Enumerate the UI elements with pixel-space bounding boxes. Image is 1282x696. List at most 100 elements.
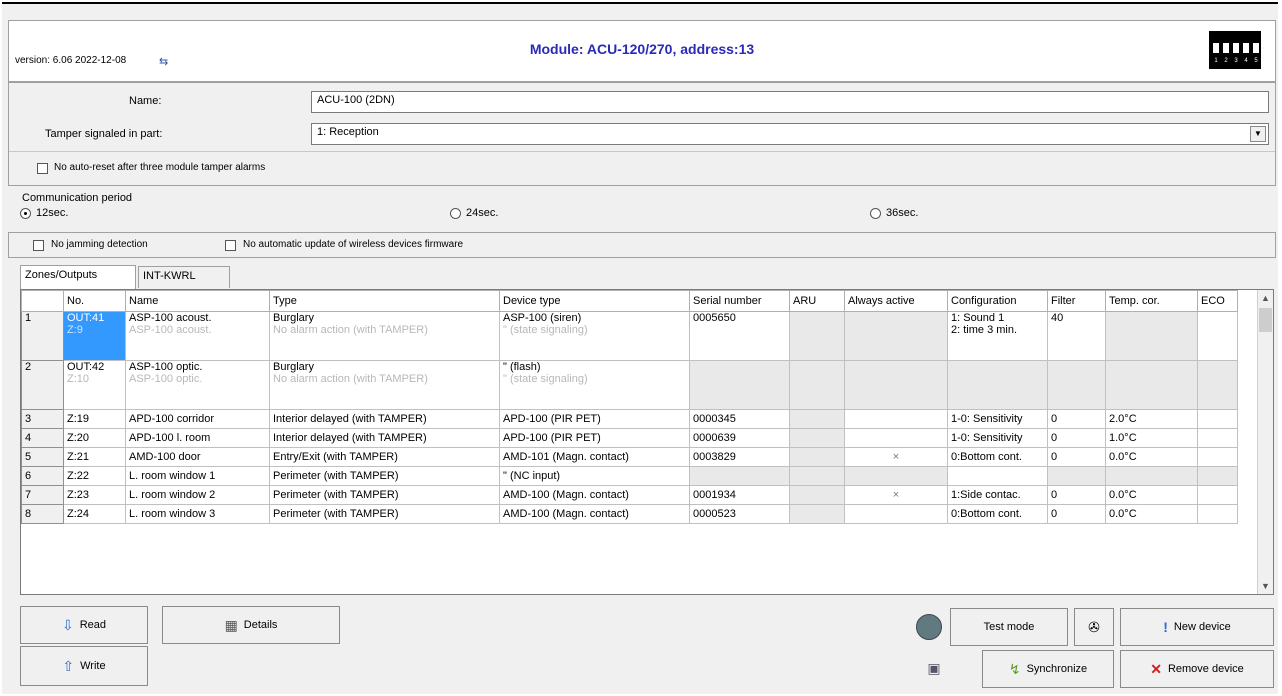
cell-no[interactable]: OUT:41 Z:9 — [63, 311, 126, 361]
cell-type[interactable]: Entry/Exit (with TAMPER) — [269, 447, 500, 467]
cell-eco[interactable] — [1197, 311, 1238, 361]
tab-int-kwrl[interactable]: INT-KWRL — [138, 266, 230, 288]
cell-type[interactable]: Perimeter (with TAMPER) — [269, 485, 500, 505]
cell-serial[interactable]: 0000345 — [689, 409, 790, 429]
cell-aru[interactable] — [789, 409, 845, 429]
table-row[interactable]: 1 OUT:41 Z:9 ASP-100 acoust. ASP-100 acous… — [21, 311, 1238, 361]
cell-name[interactable]: APD-100 corridor — [125, 409, 270, 429]
table-row[interactable]: 2 OUT:42 Z:10 ASP-100 optic. ASP-100 optic… — [21, 360, 1238, 410]
cell-type[interactable]: Perimeter (with TAMPER) — [269, 504, 500, 524]
cell-serial[interactable] — [689, 466, 790, 486]
cell-name[interactable]: AMD-100 door — [125, 447, 270, 467]
cell-eco[interactable] — [1197, 504, 1238, 524]
column-header-eco[interactable]: ECO — [1197, 290, 1238, 312]
cell-filter[interactable] — [1047, 466, 1106, 486]
cell-device-type[interactable]: ASP-100 (siren) " (state signaling) — [499, 311, 690, 361]
cell-device-type[interactable]: AMD-100 (Magn. contact) — [499, 504, 690, 524]
cell-device-type[interactable]: " (flash) " (state signaling) — [499, 360, 690, 410]
cell-aru[interactable] — [789, 311, 845, 361]
cell-temp[interactable] — [1105, 311, 1198, 361]
tab-zones-outputs[interactable]: Zones/Outputs — [20, 265, 136, 289]
cell-eco[interactable] — [1197, 428, 1238, 448]
cell-no[interactable]: Z:21 — [63, 447, 126, 467]
scroll-thumb[interactable] — [1259, 308, 1272, 332]
cell-no[interactable]: Z:20 — [63, 428, 126, 448]
cell-name[interactable]: APD-100 l. room — [125, 428, 270, 448]
read-button[interactable]: ⇩ Read — [20, 606, 148, 644]
cell-filter[interactable]: 0 — [1047, 409, 1106, 429]
table-row[interactable]: 7 Z:23 L. room window 2 Perimeter (with … — [21, 485, 1238, 505]
cell-type[interactable]: Perimeter (with TAMPER) — [269, 466, 500, 486]
cell-filter[interactable] — [1047, 360, 1106, 410]
cell-configuration[interactable]: 0:Bottom cont. — [947, 447, 1048, 467]
cell-always-active[interactable] — [844, 428, 948, 448]
cell-temp[interactable] — [1105, 360, 1198, 410]
column-header-no[interactable]: No. — [63, 290, 126, 312]
cell-serial[interactable]: 0005650 — [689, 311, 790, 361]
write-button[interactable]: ⇧ Write — [20, 646, 148, 686]
no-jamming-checkbox[interactable] — [33, 240, 44, 251]
cell-device-type[interactable]: AMD-100 (Magn. contact) — [499, 485, 690, 505]
cell-temp[interactable]: 0.0°C — [1105, 447, 1198, 467]
column-header-always-active[interactable]: Always active — [844, 290, 948, 312]
tamper-partition-select[interactable]: 1: Reception ▼ — [311, 123, 1269, 145]
table-row[interactable]: 5 Z:21 AMD-100 door Entry/Exit (with TAM… — [21, 447, 1238, 467]
new-device-button[interactable]: ! New device — [1120, 608, 1274, 646]
chevron-down-icon[interactable]: ▼ — [1250, 126, 1266, 142]
scroll-down-icon[interactable]: ▼ — [1258, 578, 1273, 594]
cell-no[interactable]: Z:22 — [63, 466, 126, 486]
cell-always-active[interactable]: × — [844, 485, 948, 505]
cell-aru[interactable] — [789, 504, 845, 524]
cell-always-active[interactable]: × — [844, 447, 948, 467]
cell-always-active[interactable] — [844, 360, 948, 410]
cell-device-type[interactable]: " (NC input) — [499, 466, 690, 486]
cell-configuration[interactable]: 1: Sound 1 2: time 3 min. — [947, 311, 1048, 361]
cell-type[interactable]: Burglary No alarm action (with TAMPER) — [269, 311, 500, 361]
cell-temp[interactable]: 0.0°C — [1105, 485, 1198, 505]
column-header-temp[interactable]: Temp. cor. — [1105, 290, 1198, 312]
cell-type[interactable]: Burglary No alarm action (with TAMPER) — [269, 360, 500, 410]
cell-filter[interactable]: 0 — [1047, 447, 1106, 467]
cell-serial[interactable]: 0000523 — [689, 504, 790, 524]
column-header-type[interactable]: Type — [269, 290, 500, 312]
remove-device-button[interactable]: ✕ Remove device — [1120, 650, 1274, 688]
cell-aru[interactable] — [789, 466, 845, 486]
cell-eco[interactable] — [1197, 447, 1238, 467]
column-header-configuration[interactable]: Configuration — [947, 290, 1048, 312]
column-header-device-type[interactable]: Device type — [499, 290, 690, 312]
table-row[interactable]: 3 Z:19 APD-100 corridor Interior delayed… — [21, 409, 1238, 429]
table-row[interactable]: 4 Z:20 APD-100 l. room Interior delayed … — [21, 428, 1238, 448]
cell-no[interactable]: Z:23 — [63, 485, 126, 505]
cell-name[interactable]: ASP-100 acoust. ASP-100 acoust. — [125, 311, 270, 361]
cell-eco[interactable] — [1197, 485, 1238, 505]
radio-24sec[interactable] — [450, 208, 461, 219]
cell-aru[interactable] — [789, 428, 845, 448]
cell-serial[interactable]: 0000639 — [689, 428, 790, 448]
cell-no[interactable]: Z:19 — [63, 409, 126, 429]
column-header-serial[interactable]: Serial number — [689, 290, 790, 312]
column-header-aru[interactable]: ARU — [789, 290, 845, 312]
cell-configuration[interactable]: 0:Bottom cont. — [947, 504, 1048, 524]
synchronize-button[interactable]: ↯ Synchronize — [982, 650, 1114, 688]
cell-configuration[interactable] — [947, 466, 1048, 486]
vertical-scrollbar[interactable]: ▲ ▼ — [1257, 290, 1273, 594]
scroll-up-icon[interactable]: ▲ — [1258, 290, 1273, 306]
cell-eco[interactable] — [1197, 360, 1238, 410]
cell-configuration[interactable]: 1-0: Sensitivity — [947, 428, 1048, 448]
cell-configuration[interactable]: 1:Side contac. — [947, 485, 1048, 505]
cell-filter[interactable]: 40 — [1047, 311, 1106, 361]
cell-no[interactable]: Z:24 — [63, 504, 126, 524]
test-mode-button[interactable]: Test mode — [950, 608, 1068, 646]
cell-device-type[interactable]: APD-100 (PIR PET) — [499, 409, 690, 429]
cell-configuration[interactable] — [947, 360, 1048, 410]
cell-name[interactable]: ASP-100 optic. ASP-100 optic. — [125, 360, 270, 410]
cell-always-active[interactable] — [844, 504, 948, 524]
no-auto-update-checkbox[interactable] — [225, 240, 236, 251]
cell-name[interactable]: L. room window 1 — [125, 466, 270, 486]
cell-device-type[interactable]: AMD-101 (Magn. contact) — [499, 447, 690, 467]
cell-always-active[interactable] — [844, 466, 948, 486]
cell-always-active[interactable] — [844, 409, 948, 429]
cell-temp[interactable] — [1105, 466, 1198, 486]
cell-serial[interactable] — [689, 360, 790, 410]
details-button[interactable]: ▦ Details — [162, 606, 340, 644]
